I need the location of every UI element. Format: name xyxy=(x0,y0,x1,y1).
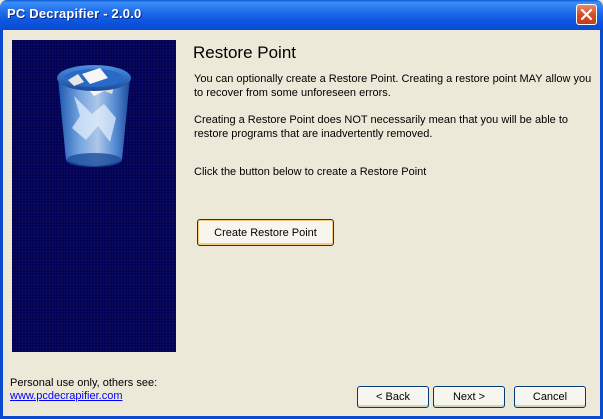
create-restore-point-button[interactable]: Create Restore Point xyxy=(197,219,334,246)
close-button[interactable] xyxy=(576,4,597,25)
close-icon xyxy=(580,8,593,21)
website-link[interactable]: www.pcdecrapifier.com xyxy=(10,390,123,402)
next-button[interactable]: Next > xyxy=(433,386,505,408)
instruction-paragraph: Click the button below to create a Resto… xyxy=(194,166,427,178)
window-title: PC Decrapifier - 2.0.0 xyxy=(7,6,142,21)
window-frame-left xyxy=(0,30,3,419)
warning-paragraph: Creating a Restore Point does NOT necess… xyxy=(194,114,568,140)
page-heading: Restore Point xyxy=(193,43,296,62)
back-button[interactable]: < Back xyxy=(357,386,429,408)
recycle-bin-icon xyxy=(57,65,131,167)
intro-paragraph: You can optionally create a Restore Poin… xyxy=(194,73,592,99)
cancel-button[interactable]: Cancel xyxy=(514,386,586,408)
wizard-window: PC Decrapifier - 2.0.0 Restore Point You… xyxy=(0,0,603,419)
title-bar[interactable]: PC Decrapifier - 2.0.0 xyxy=(0,0,603,30)
side-image-panel xyxy=(12,40,176,352)
license-note: Personal use only, others see: xyxy=(10,377,158,389)
